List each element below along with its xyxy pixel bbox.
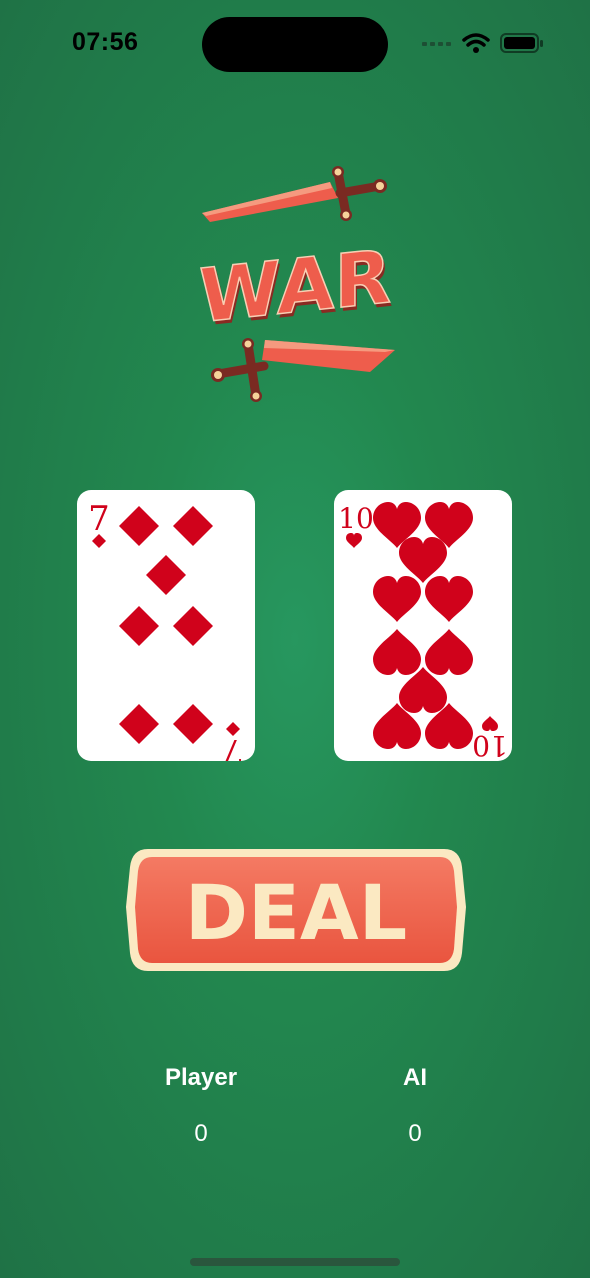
dynamic-island bbox=[202, 17, 388, 72]
diamond-pip bbox=[119, 506, 159, 546]
player-score: Player 0 bbox=[121, 1062, 281, 1150]
logo-title: WAR WAR bbox=[198, 233, 393, 344]
player-score-label: Player bbox=[164, 1064, 238, 1091]
player-score-value: 0 bbox=[194, 1120, 208, 1147]
player-card-rank: 7 bbox=[88, 499, 110, 539]
status-bar: 07:56 bbox=[0, 0, 590, 90]
cellular-signal-icon bbox=[422, 42, 451, 46]
status-icons bbox=[422, 33, 543, 53]
ai-card-corner-suit bbox=[346, 533, 362, 548]
diamond-pip bbox=[173, 506, 213, 546]
svg-text:10: 10 bbox=[472, 729, 508, 761]
deal-button[interactable]: DEAL bbox=[126, 845, 466, 975]
diamond-pip bbox=[119, 606, 159, 646]
wifi-icon bbox=[462, 33, 490, 53]
ai-card-rank: 10 bbox=[338, 502, 374, 535]
player-card-corner-bottom: 7 bbox=[222, 722, 244, 761]
ai-score-label: AI bbox=[403, 1064, 427, 1091]
heart-pip bbox=[425, 629, 473, 675]
ai-card-corner-bottom: 10 bbox=[472, 716, 508, 761]
diamond-pip bbox=[119, 704, 159, 744]
war-logo: WAR WAR bbox=[198, 166, 395, 402]
battery-icon bbox=[500, 33, 543, 53]
heart-pip bbox=[373, 576, 421, 622]
heart-pip bbox=[373, 629, 421, 675]
diamond-pip bbox=[173, 606, 213, 646]
deal-button-label: DEAL bbox=[185, 868, 407, 957]
heart-pip bbox=[425, 576, 473, 622]
ai-score-value: 0 bbox=[408, 1120, 422, 1147]
ai-card: 10 10 bbox=[334, 490, 512, 761]
diamond-pip bbox=[173, 704, 213, 744]
home-indicator[interactable] bbox=[190, 1258, 400, 1266]
player-card: 7 7 bbox=[77, 490, 255, 761]
top-sword-icon bbox=[202, 166, 387, 222]
status-time: 07:56 bbox=[72, 28, 139, 56]
ai-score: AI 0 bbox=[335, 1062, 495, 1150]
bottom-sword-icon bbox=[211, 338, 395, 402]
diamond-pip bbox=[146, 555, 186, 595]
